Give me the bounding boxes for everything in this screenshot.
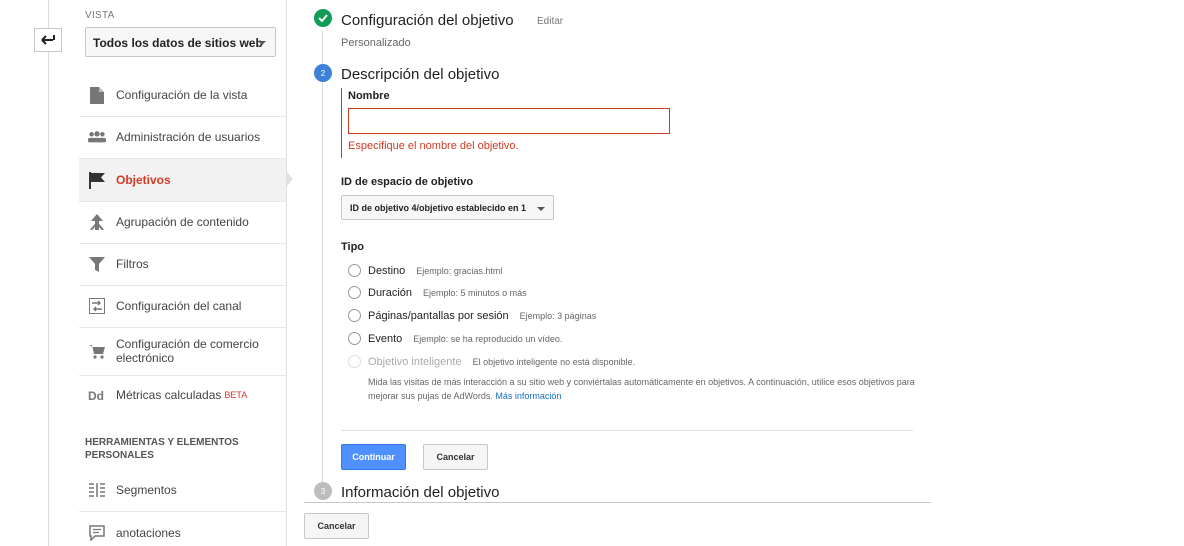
type-option-example: Ejemplo: se ha reproducido un vídeo. [413,333,563,344]
filter-icon [88,255,106,273]
learn-more-link[interactable]: Más información [495,391,561,401]
type-option-label: Páginas/pantallas por sesión [368,309,509,322]
radio-button[interactable] [348,309,361,322]
sidebar-item-goals[interactable]: Objetivos [79,159,286,201]
type-option-destination[interactable]: Destino Ejemplo: gracias.html [348,264,502,277]
type-option-label: Evento [368,332,403,345]
sidebar-item-label: Objetivos [116,173,171,187]
type-option-example: Ejemplo: 3 páginas [519,310,597,321]
sidebar-item-segments[interactable]: Segmentos [79,475,286,505]
type-option-duration[interactable]: Duración Ejemplo: 5 minutos o más [348,286,527,299]
form-divider [341,430,913,431]
type-option-example: Ejemplo: 5 minutos o más [423,287,527,298]
slot-id-label: ID de espacio de objetivo [341,176,474,188]
sidebar-item-view-settings[interactable]: Configuración de la vista [79,80,286,110]
radio-button[interactable] [348,264,361,277]
back-button[interactable] [34,28,62,52]
bottom-divider [304,502,931,503]
goal-name-input[interactable] [348,108,670,134]
radio-button[interactable] [348,332,361,345]
type-option-label: Duración [368,286,413,299]
sidebar-item-channel-settings[interactable]: Configuración del canal [79,291,286,321]
nav-divider [79,116,286,117]
step-2-number: 2 [314,64,332,82]
continue-button[interactable]: Continuar [341,444,406,470]
name-field-group: Nombre Especifique el nombre del objetiv… [341,88,681,158]
step-1-title: Configuración del objetivo [341,12,514,29]
sidebar-item-label: anotaciones [116,526,181,540]
sidebar-item-annotations[interactable]: anotaciones [79,518,286,546]
view-label: VISTA [85,10,115,21]
type-label: Tipo [341,241,365,253]
sidebar-item-content-grouping[interactable]: Agrupación de contenido [79,207,286,237]
chevron-down-icon [258,41,266,45]
sidebar-item-label: Métricas calculadas [116,388,222,402]
channel-icon [88,297,106,315]
cart-icon [88,342,106,360]
goal-slot-value: ID de objetivo 4/objetivo establecido en… [350,203,527,213]
sidebar-item-filters[interactable]: Filtros [79,249,286,279]
radio-button-disabled [348,355,361,368]
admin-sidebar: VISTA Todos los datos de sitios web Conf… [79,0,287,546]
smart-goal-description: Mida las visitas de más interacción a su… [368,375,928,403]
dd-icon: Dd [88,386,106,404]
type-option-pages-per-session[interactable]: Páginas/pantallas por sesión Ejemplo: 3 … [348,309,596,322]
step-1-subtitle: Personalizado [341,37,411,49]
nav-divider [79,201,286,202]
tools-section-title: HERRAMIENTAS Y ELEMENTOS PERSONALES [85,437,239,461]
edit-link[interactable]: Editar [537,16,563,27]
segments-icon [88,481,106,499]
cancel-button[interactable]: Cancelar [304,513,369,539]
view-select-value: Todos los datos de sitios web [93,36,263,50]
sidebar-item-label: Segmentos [116,483,177,497]
goal-setup-page: VISTA Todos los datos de sitios web Conf… [0,0,1184,546]
sidebar-item-ecommerce[interactable]: Configuración de comercio electrónico [79,333,286,369]
goal-slot-select[interactable]: ID de objetivo 4/objetivo establecido en… [341,195,554,220]
sidebar-item-label: Agrupación de contenido [116,215,249,229]
smart-goal-text: Mida las visitas de más interacción a su… [368,377,915,401]
sidebar-item-label: Configuración del canal [116,299,242,313]
grouping-icon [88,213,106,231]
sidebar-item-label: Configuración de la vista [116,88,248,102]
view-select[interactable]: Todos los datos de sitios web [85,27,276,57]
type-option-label: Objetivo inteligente [368,355,462,368]
flag-icon [88,171,106,189]
back-arrow-icon [41,35,55,45]
check-icon [314,9,332,27]
type-option-event[interactable]: Evento Ejemplo: se ha reproducido un víd… [348,332,562,345]
type-option-smart-goal: Objetivo inteligente El objetivo intelig… [348,355,635,368]
nav-divider [79,375,286,376]
type-option-label: Destino [368,264,406,277]
name-error-message: Especifique el nombre del objetivo. [348,140,519,152]
type-option-example: Ejemplo: gracias.html [416,265,503,276]
nav-divider [79,285,286,286]
chevron-down-icon [537,207,545,211]
cancel-step-button[interactable]: Cancelar [423,444,488,470]
nav-divider [79,511,286,512]
document-icon [88,86,106,104]
name-label: Nombre [348,90,390,102]
sidebar-item-label: Configuración de comercio electrónico [116,337,259,365]
sidebar-item-label: Administración de usuarios [116,130,261,144]
sidebar-item-calculated-metrics[interactable]: Dd Métricas calculadas BETA [79,380,286,410]
nav-divider [79,327,286,328]
beta-badge: BETA [224,390,248,400]
rail-divider [48,0,49,546]
sidebar-item-label: Filtros [116,257,149,271]
users-icon [88,128,106,146]
active-item-pointer [286,171,293,187]
nav-divider [79,243,286,244]
step-3-title: Información del objetivo [341,484,500,501]
sidebar-item-users[interactable]: Administración de usuarios [79,122,286,152]
type-option-example: El objetivo inteligente no está disponib… [472,356,636,367]
step-3-number: 3 [314,482,332,500]
svg-text:Dd: Dd [88,389,104,401]
step-2-title: Descripción del objetivo [341,66,500,83]
annotations-icon [88,524,106,542]
radio-button[interactable] [348,286,361,299]
step-connector [322,30,323,490]
